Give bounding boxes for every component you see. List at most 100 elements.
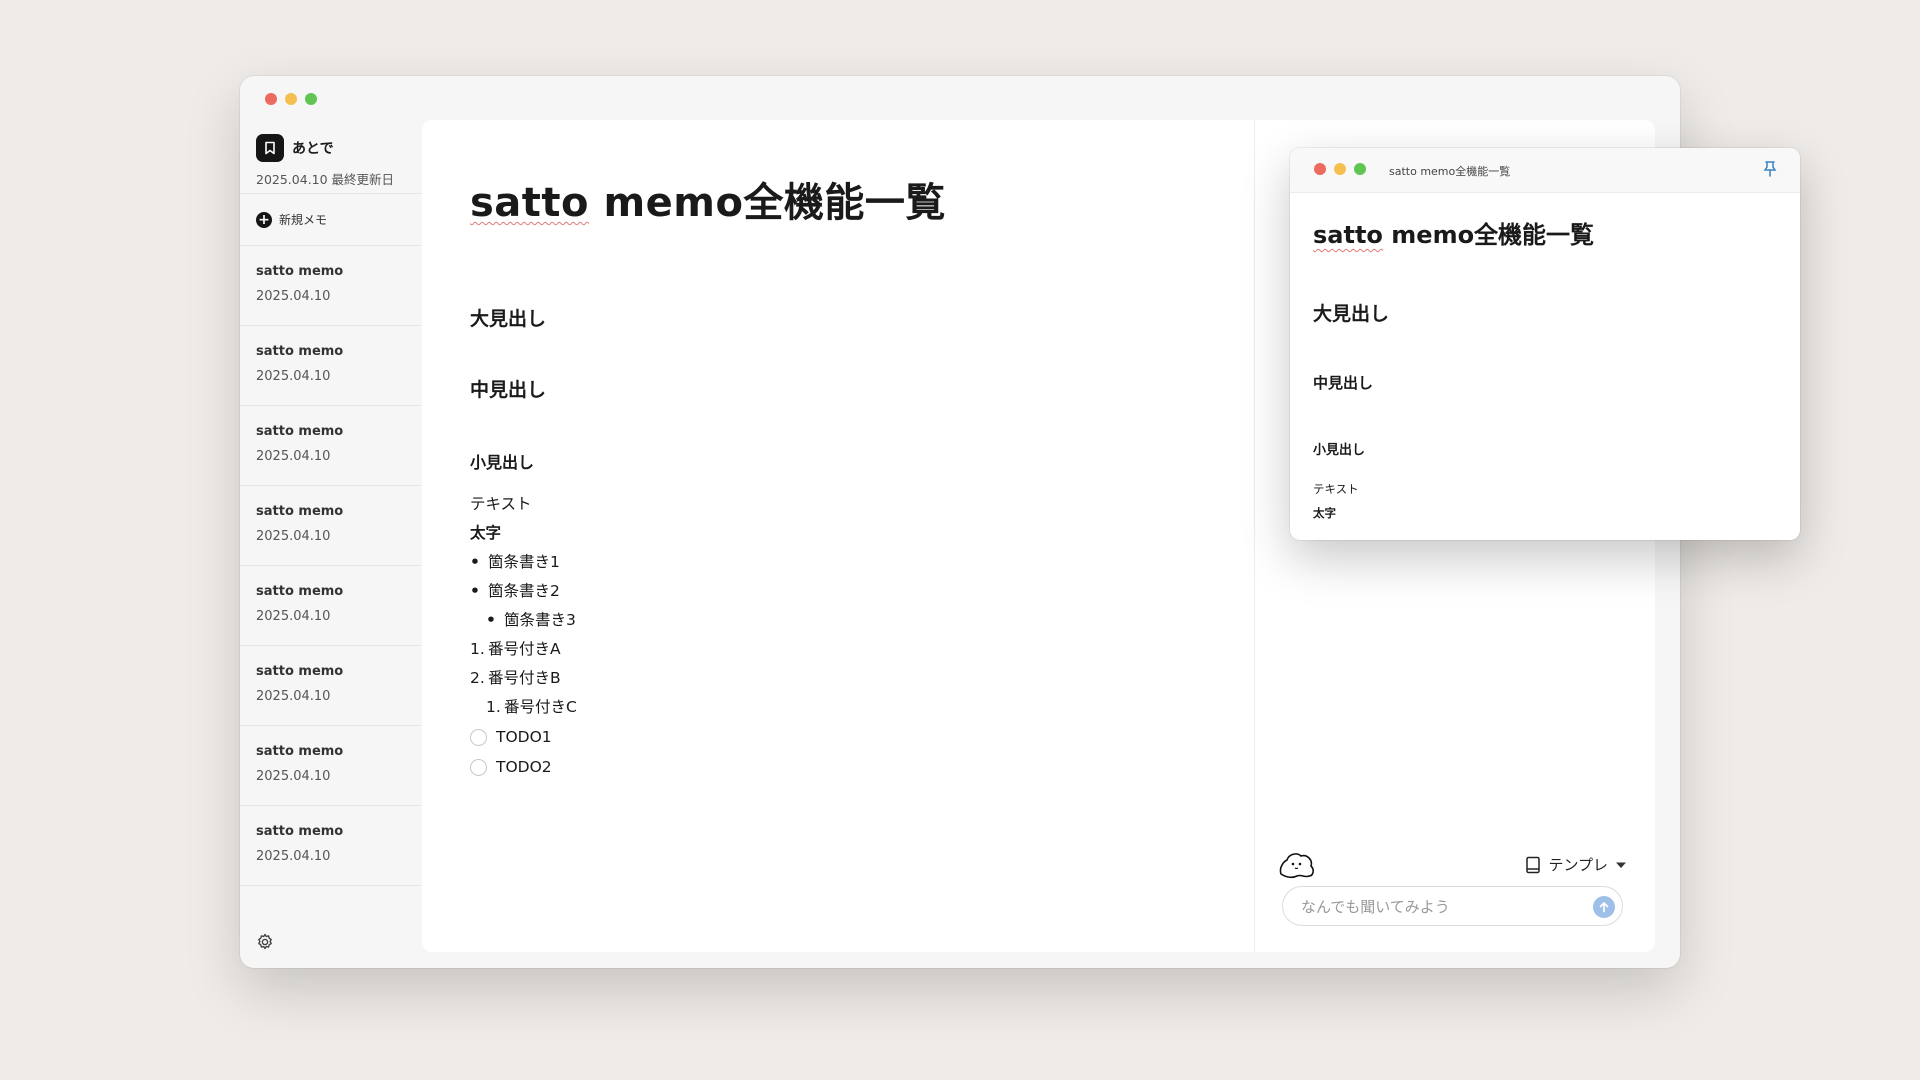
minimize-window-button[interactable]: [1334, 163, 1346, 175]
spellcheck-word: satto: [1313, 221, 1383, 249]
float-plain-text: テキスト: [1313, 482, 1359, 496]
send-button[interactable]: [1593, 896, 1615, 918]
memo-list: satto memo 2025.04.10 satto memo 2025.04…: [240, 246, 422, 886]
text-line: テキスト: [470, 490, 577, 519]
memo-title: satto memo: [256, 504, 344, 519]
memo-list-item[interactable]: satto memo 2025.04.10: [240, 646, 422, 726]
arrow-up-icon: [1599, 902, 1609, 913]
todo-text: TODO1: [496, 727, 552, 746]
numbered-item-nested: 1. 番号付きC: [470, 693, 577, 722]
numbered-text: 番号付きC: [504, 698, 577, 716]
document-title: satto memo全機能一覧: [470, 170, 946, 228]
sidebar: あとで 2025.04.10 最終更新日 + 新規メモ satto memo 2…: [240, 120, 422, 968]
memo-date: 2025.04.10: [256, 449, 331, 464]
numbered-item: 1. 番号付きA: [470, 635, 577, 664]
memo-date: 2025.04.10: [256, 849, 331, 864]
bookmark-icon: [256, 134, 284, 162]
memo-title: satto memo: [256, 664, 344, 679]
bullet-item: • 箇条書き2: [470, 577, 577, 606]
new-memo-label: 新規メモ: [279, 213, 328, 227]
template-dropdown[interactable]: テンプレ: [1525, 854, 1627, 875]
floating-preview-window: satto memo全機能一覧 satto memo全機能一覧 大見出し 中見出…: [1290, 148, 1800, 540]
memo-date: 2025.04.10: [256, 529, 331, 544]
minimize-window-button[interactable]: [285, 93, 297, 105]
todo-checkbox[interactable]: [470, 758, 487, 776]
memo-title: satto memo: [256, 344, 344, 359]
memo-list-item[interactable]: satto memo 2025.04.10: [240, 566, 422, 646]
bold-line: 太字: [470, 519, 577, 548]
float-document-title: satto memo全機能一覧: [1313, 215, 1594, 250]
chat-input-box: [1282, 886, 1623, 926]
todo-item: TODO1: [470, 722, 577, 752]
float-titlebar: satto memo全機能一覧: [1290, 148, 1800, 193]
memo-list-item[interactable]: satto memo 2025.04.10: [240, 726, 422, 806]
heading-large: 大見出し: [470, 308, 547, 330]
close-window-button[interactable]: [1314, 163, 1326, 175]
plus-circle-icon: +: [256, 211, 272, 228]
chat-input[interactable]: [1299, 897, 1583, 917]
bullet-marker: •: [470, 553, 480, 571]
float-bold-text: 太字: [1313, 506, 1336, 520]
number-marker: 1.: [470, 640, 485, 658]
todo-checkbox[interactable]: [470, 728, 487, 746]
number-marker: 2.: [470, 669, 485, 687]
memo-title: satto memo: [256, 824, 344, 839]
memo-date: 2025.04.10: [256, 689, 331, 704]
memo-date: 2025.04.10: [256, 769, 331, 784]
float-window-controls: [1314, 163, 1366, 175]
bold-text: 太字: [470, 524, 502, 542]
last-updated: 2025.04.10 最終更新日: [256, 172, 395, 187]
heading-medium: 中見出し: [470, 379, 547, 401]
heading-small: 小見出し: [470, 453, 535, 472]
memo-list-item[interactable]: satto memo 2025.04.10: [240, 326, 422, 406]
close-window-button[interactable]: [265, 93, 277, 105]
float-heading-large: 大見出し: [1313, 303, 1390, 325]
memo-date: 2025.04.10: [256, 609, 331, 624]
plain-text: テキスト: [470, 495, 532, 513]
brand-name: あとで: [292, 141, 334, 157]
float-window-title: satto memo全機能一覧: [1389, 165, 1511, 178]
number-marker: 1.: [486, 698, 501, 716]
float-document-title-rest: memo全機能一覧: [1382, 221, 1595, 249]
book-icon: [1526, 856, 1541, 873]
memo-title: satto memo: [256, 264, 344, 279]
bullet-text: 箇条書き2: [488, 582, 560, 600]
bullet-item-nested: • 箇条書き3: [470, 606, 577, 635]
gear-icon[interactable]: [255, 932, 275, 952]
zoom-window-button[interactable]: [1354, 163, 1366, 175]
bullet-marker: •: [486, 611, 496, 629]
memo-date: 2025.04.10: [256, 369, 331, 384]
window-controls: [265, 93, 317, 105]
memo-list-item[interactable]: satto memo 2025.04.10: [240, 486, 422, 566]
zoom-window-button[interactable]: [305, 93, 317, 105]
bullet-text: 箇条書き1: [488, 553, 560, 571]
bullet-marker: •: [470, 582, 480, 600]
memo-date: 2025.04.10: [256, 289, 331, 304]
memo-title: satto memo: [256, 584, 344, 599]
sidebar-header: あとで 2025.04.10 最終更新日: [240, 120, 422, 194]
memo-list-item[interactable]: satto memo 2025.04.10: [240, 246, 422, 326]
pin-icon[interactable]: [1762, 160, 1778, 178]
spellcheck-word: satto: [470, 180, 590, 226]
memo-list-item[interactable]: satto memo 2025.04.10: [240, 806, 422, 886]
document-title-rest: memo全機能一覧: [589, 180, 946, 226]
memo-editor[interactable]: satto memo全機能一覧 大見出し 中見出し 小見出し テキスト 太字 •…: [422, 120, 1254, 952]
brand: あとで: [256, 134, 422, 162]
numbered-text: 番号付きB: [488, 669, 561, 687]
todo-item: TODO2: [470, 752, 577, 782]
numbered-text: 番号付きA: [488, 640, 561, 658]
template-label: テンプレ: [1548, 856, 1608, 874]
bullet-text: 箇条書き3: [504, 611, 576, 629]
memo-list-item[interactable]: satto memo 2025.04.10: [240, 406, 422, 486]
caret-down-icon: [1616, 862, 1626, 868]
memo-title: satto memo: [256, 424, 344, 439]
float-heading-medium: 中見出し: [1313, 374, 1374, 392]
document-body: テキスト 太字 • 箇条書き1 • 箇条書き2 • 箇条書き3 1. 番号付きA 2. 番…: [470, 490, 577, 782]
bullet-item: • 箇条書き1: [470, 548, 577, 577]
memo-title: satto memo: [256, 744, 344, 759]
mascot-icon: [1279, 853, 1314, 879]
todo-text: TODO2: [496, 757, 552, 776]
numbered-item: 2. 番号付きB: [470, 664, 577, 693]
new-memo-button[interactable]: + 新規メモ: [240, 194, 422, 246]
float-heading-small: 小見出し: [1313, 443, 1366, 458]
